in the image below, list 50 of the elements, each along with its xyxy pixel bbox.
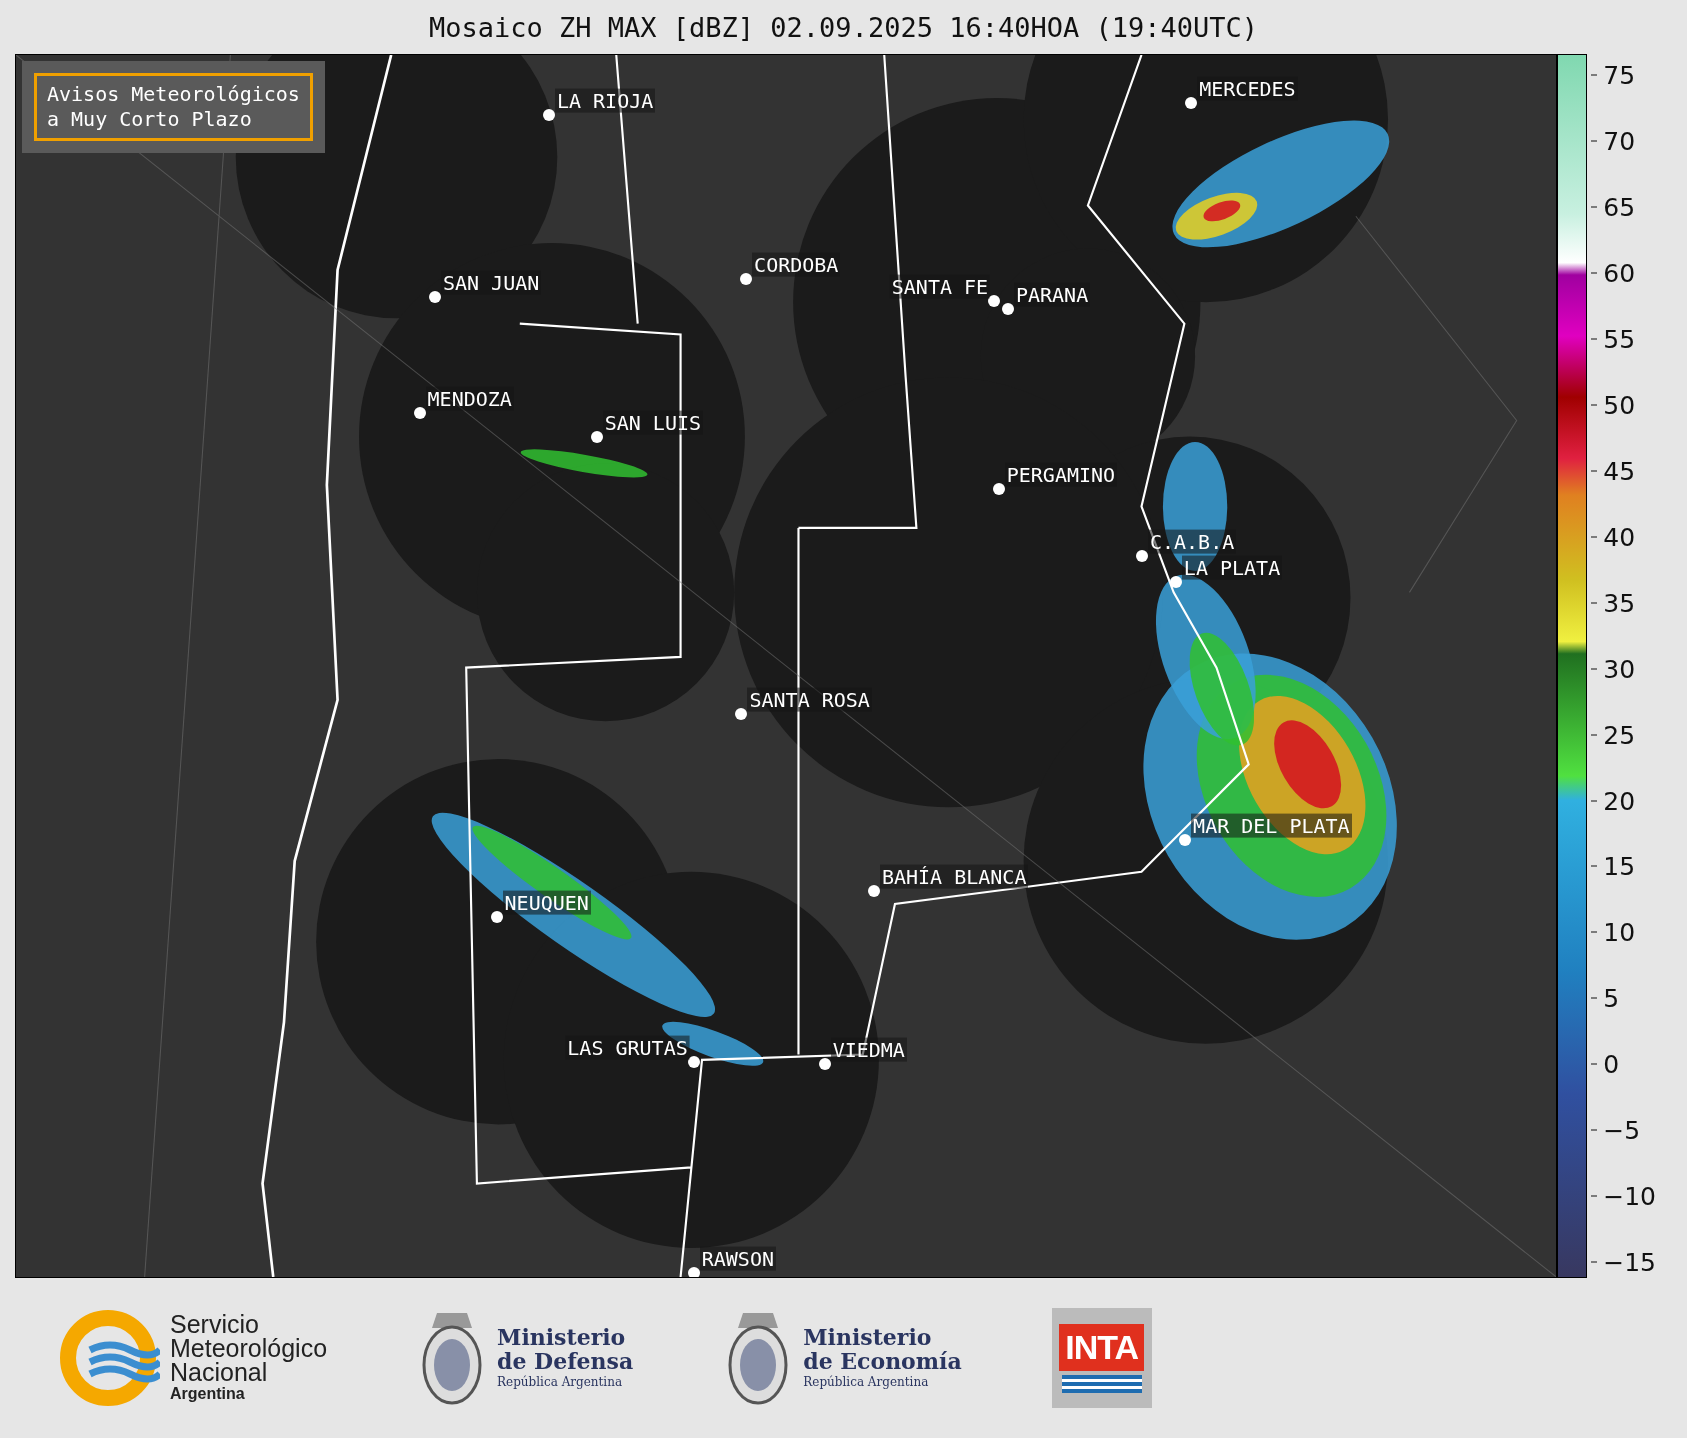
colorbar-tick-label: −5 — [1591, 1115, 1641, 1145]
inta-logo: INTA — [1051, 1308, 1152, 1408]
logo-text: de Economía — [803, 1349, 962, 1373]
colorbar-tick-label: 15 — [1591, 852, 1636, 881]
city-label: LA PLATA — [1181, 555, 1283, 580]
logo-text: República Argentina — [497, 1374, 624, 1391]
city-label: LAS GRUTAS — [565, 1035, 690, 1060]
colorbar-tick-label: 60 — [1591, 258, 1636, 288]
warning-notice[interactable]: Avisos Meteorológicos a Muy Corto Plazo — [34, 73, 313, 141]
colorbar-tick-label: 45 — [1591, 456, 1636, 486]
colorbar-tick-label: −15 — [1591, 1247, 1656, 1277]
colorbar-tick-label: 50 — [1591, 390, 1636, 420]
logo-text: Meteorológico — [170, 1336, 328, 1360]
colorbar-tick-label: 20 — [1591, 786, 1636, 815]
colorbar-tick-label: 30 — [1591, 654, 1636, 684]
logo-text: República Argentina — [803, 1374, 930, 1391]
colorbar-tick-label: 0 — [1591, 1049, 1620, 1079]
colorbar-tick-label: 40 — [1591, 522, 1636, 552]
city-label: MAR DEL PLATA — [1191, 813, 1352, 838]
city-label: LA RIOJA — [554, 88, 656, 113]
city-label: SAN JUAN — [440, 270, 542, 295]
city-label: VIEDMA — [830, 1037, 907, 1062]
city-label: CORDOBA — [752, 252, 841, 277]
city-label: RAWSON — [699, 1246, 776, 1271]
logo-text: Nacional — [170, 1360, 268, 1384]
city-label: C.A.B.A — [1147, 529, 1237, 554]
city-label: PERGAMINO — [1004, 462, 1118, 487]
colorbar-tick-label: 55 — [1591, 324, 1636, 354]
colorbar-tick-label: 10 — [1591, 917, 1636, 947]
city-label: BAHÍA BLANCA — [879, 864, 1029, 889]
logo-text: Ministerio — [803, 1325, 933, 1349]
logo-text: Argentina — [170, 1384, 246, 1404]
colorbar-tick-label: 75 — [1591, 60, 1636, 90]
colorbar-tick-label: −10 — [1591, 1181, 1656, 1211]
city-label: PARANA — [1013, 282, 1091, 307]
city-label: NEUQUEN — [502, 890, 591, 915]
city-label: SANTA ROSA — [747, 687, 872, 712]
city-label: MERCEDES — [1197, 76, 1298, 101]
colorbar-tick-label: 25 — [1591, 720, 1636, 750]
colorbar-tick-label: 65 — [1591, 192, 1636, 222]
chart-title: Mosaico ZH MAX [dBZ] 02.09.2025 16:40HOA (19:40UTC) — [428, 10, 1259, 45]
logo-text: Ministerio — [497, 1325, 627, 1349]
city-label: SAN LUIS — [602, 411, 703, 436]
colorbar-tick-label: 5 — [1591, 983, 1620, 1013]
colorbar-tick-label: 35 — [1591, 588, 1636, 618]
colorbar-tick-label: 70 — [1591, 126, 1636, 156]
logo-text: de Defensa — [497, 1349, 634, 1373]
logo-text: Servicio — [170, 1312, 260, 1336]
city-label: MENDOZA — [425, 386, 514, 411]
city-label: SANTA FE — [889, 274, 991, 299]
